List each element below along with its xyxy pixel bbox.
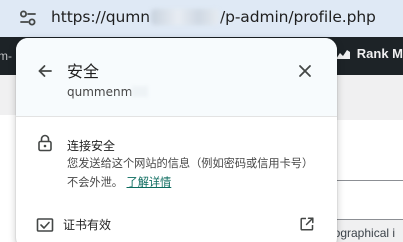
url-redacted xyxy=(150,9,219,25)
url-field[interactable]: https://qumn/p-admin/profile.php xyxy=(51,8,376,26)
site-host-text: qummenm xyxy=(67,85,133,99)
popup-title: 安全 xyxy=(67,62,100,81)
host-redacted xyxy=(132,86,149,97)
connection-title: 连接安全 xyxy=(67,139,116,153)
site-info-popup: 安全 qummenm 连接安全 您发送给这个网站的信息（例如密码或信用卡号）不会… xyxy=(16,38,337,242)
certificate-icon xyxy=(36,218,54,232)
lock-icon xyxy=(38,134,52,152)
certificate-row[interactable]: 证书有效 xyxy=(16,208,337,242)
close-button[interactable] xyxy=(294,60,316,82)
rank-math-icon xyxy=(335,49,350,59)
learn-more-link[interactable]: 了解详情 xyxy=(127,176,172,189)
certificate-label: 证书有效 xyxy=(63,218,112,232)
url-suffix: /p-admin/profile.php xyxy=(219,8,376,26)
rank-math-label: Rank M xyxy=(356,46,403,61)
site-info-button[interactable] xyxy=(14,5,42,31)
popup-header xyxy=(16,38,337,116)
admin-bar-rank-math[interactable]: Rank M xyxy=(335,46,403,61)
site-host: qummenm xyxy=(67,85,149,99)
connection-description-text: 您发送给这个网站的信息（例如密码或信用卡号）不会外泄。 xyxy=(67,157,308,189)
popup-divider xyxy=(16,116,337,117)
tune-icon xyxy=(20,10,36,26)
profile-input[interactable] xyxy=(326,180,403,220)
back-button[interactable] xyxy=(34,60,56,82)
bio-label: iographical i xyxy=(331,226,396,240)
url-prefix: https://qumn xyxy=(51,8,150,26)
admin-bar-left-text: m- xyxy=(0,49,12,63)
address-bar: https://qumn/p-admin/profile.php xyxy=(0,0,403,37)
arrow-left-icon xyxy=(38,65,52,77)
external-link-icon xyxy=(300,217,314,231)
connection-description: 您发送给这个网站的信息（例如密码或信用卡号）不会外泄。 了解详情 xyxy=(67,154,312,192)
close-icon xyxy=(299,65,311,77)
